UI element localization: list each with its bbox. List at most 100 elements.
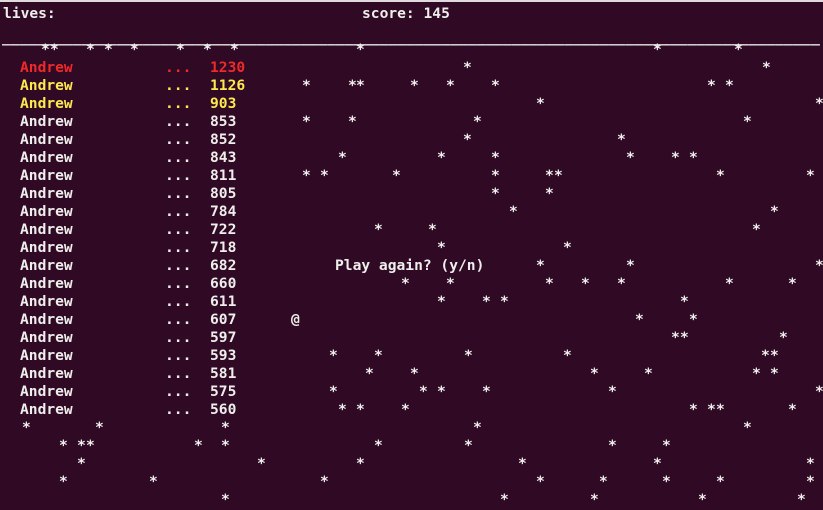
- star: *: [77, 455, 86, 472]
- star: *: [761, 347, 770, 364]
- lives-label: lives:: [3, 5, 56, 22]
- star: *: [725, 275, 734, 292]
- star: *: [545, 185, 554, 202]
- star: *: [734, 41, 743, 58]
- star: *: [77, 437, 86, 454]
- star: *: [599, 473, 608, 490]
- hud-divider: ________________________________________…: [2, 29, 820, 46]
- star: *: [653, 41, 662, 58]
- star: *: [617, 275, 626, 292]
- star: *: [86, 437, 95, 454]
- leaderboard-name: Andrew: [20, 293, 73, 310]
- star: *: [356, 77, 365, 94]
- star: *: [500, 293, 509, 310]
- leaderboard-name: Andrew: [20, 221, 73, 238]
- star: *: [608, 383, 617, 400]
- star: *: [491, 149, 500, 166]
- star: *: [626, 257, 635, 274]
- star: *: [662, 437, 671, 454]
- star: *: [806, 455, 815, 472]
- star: *: [518, 455, 527, 472]
- star: *: [770, 203, 779, 220]
- star: *: [401, 401, 410, 418]
- star: *: [590, 491, 599, 508]
- star: *: [545, 275, 554, 292]
- leaderboard-score: 575: [210, 383, 237, 400]
- star: *: [482, 293, 491, 310]
- leaderboard-dots: ...: [165, 347, 192, 364]
- star: *: [221, 419, 230, 436]
- star: *: [770, 365, 779, 382]
- leaderboard-name: Andrew: [20, 311, 73, 328]
- leaderboard-dots: ...: [165, 149, 192, 166]
- star: *: [806, 473, 815, 490]
- star: *: [176, 41, 185, 58]
- leaderboard-name: Andrew: [20, 239, 73, 256]
- leaderboard-score: 853: [210, 113, 237, 130]
- star: *: [815, 257, 823, 274]
- star: *: [671, 329, 680, 346]
- leaderboard-score: 1126: [210, 77, 246, 94]
- play-again-prompt: Play again? (y/n): [335, 257, 485, 274]
- star: *: [563, 239, 572, 256]
- leaderboard-dots: ...: [165, 113, 192, 130]
- leaderboard-dots: ...: [165, 203, 192, 220]
- star: *: [752, 365, 761, 382]
- leaderboard-name: Andrew: [20, 59, 73, 76]
- star: *: [788, 401, 797, 418]
- star: *: [698, 491, 707, 508]
- star: *: [392, 167, 401, 184]
- star: *: [743, 419, 752, 436]
- star: *: [446, 77, 455, 94]
- star: *: [221, 437, 230, 454]
- star: *: [149, 473, 158, 490]
- window-top-border: [0, 0, 823, 2]
- leaderboard-score: 581: [210, 365, 237, 382]
- leaderboard-score: 718: [210, 239, 237, 256]
- leaderboard-dots: ...: [165, 383, 192, 400]
- star: *: [437, 239, 446, 256]
- star: *: [464, 347, 473, 364]
- star: *: [635, 311, 644, 328]
- star: *: [770, 347, 779, 364]
- leaderboard-score: 805: [210, 185, 237, 202]
- star: *: [356, 401, 365, 418]
- leaderboard-name: Andrew: [20, 383, 73, 400]
- leaderboard-score: 682: [210, 257, 237, 274]
- star: *: [374, 221, 383, 238]
- star: *: [509, 203, 518, 220]
- leaderboard-name: Andrew: [20, 203, 73, 220]
- leaderboard-name: Andrew: [20, 275, 73, 292]
- star: *: [104, 41, 113, 58]
- leaderboard-score: 903: [210, 95, 237, 112]
- star: *: [463, 131, 472, 148]
- star: *: [59, 473, 68, 490]
- leaderboard-score: 660: [210, 275, 237, 292]
- star: *: [815, 383, 823, 400]
- star: *: [348, 113, 357, 130]
- leaderboard-dots: ...: [165, 275, 192, 292]
- leaderboard-name: Andrew: [20, 401, 73, 418]
- leaderboard-name: Andrew: [20, 131, 73, 148]
- star: *: [644, 365, 653, 382]
- leaderboard-dots: ...: [165, 293, 192, 310]
- star: *: [203, 41, 212, 58]
- star: *: [689, 149, 698, 166]
- leaderboard-dots: ...: [165, 365, 192, 382]
- star: *: [230, 41, 239, 58]
- star: *: [437, 293, 446, 310]
- leaderboard-dots: ...: [165, 401, 192, 418]
- leaderboard-dots: ...: [165, 167, 192, 184]
- star: *: [788, 275, 797, 292]
- star: *: [716, 167, 725, 184]
- star: *: [320, 473, 329, 490]
- star: *: [653, 455, 662, 472]
- star: *: [473, 113, 482, 130]
- star: *: [806, 167, 815, 184]
- star: *: [617, 131, 626, 148]
- star: *: [401, 275, 410, 292]
- leaderboard-dots: ...: [165, 221, 192, 238]
- star: *: [356, 455, 365, 472]
- leaderboard-name: Andrew: [20, 329, 73, 346]
- star: *: [437, 149, 446, 166]
